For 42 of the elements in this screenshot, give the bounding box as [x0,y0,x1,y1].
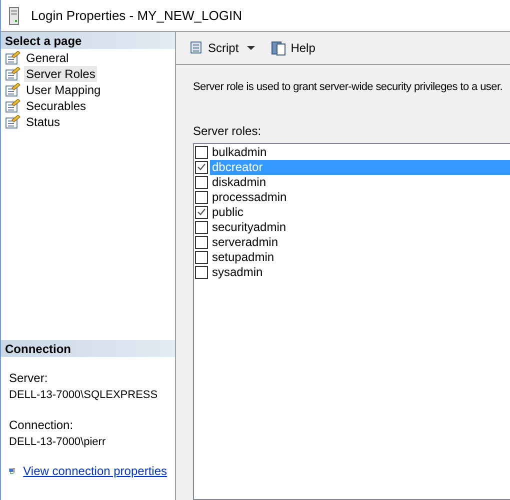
role-item[interactable]: setupadmin [210,250,510,264]
server-roles-label: Server roles: [193,122,262,140]
page-icon [5,51,21,65]
sidebar-item[interactable]: Securables [24,98,88,114]
page-icon [5,83,21,97]
checkbox[interactable] [195,160,208,174]
checkbox[interactable] [195,146,208,158]
checkbox[interactable] [195,250,208,264]
role-item[interactable]: serveradmin [210,234,510,250]
checkbox[interactable] [195,266,208,278]
checkbox[interactable] [195,220,208,234]
description-text: Server role is used to grant server-wide security privileges to a user. [193,80,504,95]
checkbox[interactable] [195,190,208,204]
connection-properties-link[interactable]: View connection properties [23,462,167,480]
role-item[interactable]: processadmin [210,190,510,204]
sidebar-item[interactable]: General [24,50,71,66]
server-icon [9,6,19,24]
script-button[interactable]: Script [184,39,243,57]
help-button[interactable]: Help [266,39,320,57]
role-item[interactable]: public [210,204,510,220]
connection-value: DELL-13-7000\pierr [9,434,107,450]
server-value: DELL-13-7000\SQLEXPRESS [9,388,159,403]
checkbox[interactable] [195,236,208,248]
role-item[interactable]: bulkadmin [210,144,510,160]
section-header: Connection [1,340,175,357]
section-header: Select a page [1,32,175,49]
window-title: Login Properties - MY_NEW_LOGIN [31,6,242,25]
checkbox[interactable] [195,206,208,218]
dropdown-caret-icon[interactable] [246,46,255,50]
page-icon [5,67,21,81]
page-icon [5,115,21,129]
help-book-icon [270,40,287,56]
checkbox[interactable] [195,176,208,188]
page-icon [5,99,21,113]
sidebar-item[interactable]: Status [24,114,62,130]
role-item[interactable]: diskadmin [210,174,510,190]
connection-label: Connection: [9,416,74,434]
role-item[interactable]: securityadmin [210,220,510,234]
sidebar-item[interactable]: User Mapping [24,82,103,98]
role-item[interactable]: sysadmin [210,264,510,280]
server-label: Server: [9,370,49,387]
sidebar-item[interactable]: Server Roles [24,66,98,82]
